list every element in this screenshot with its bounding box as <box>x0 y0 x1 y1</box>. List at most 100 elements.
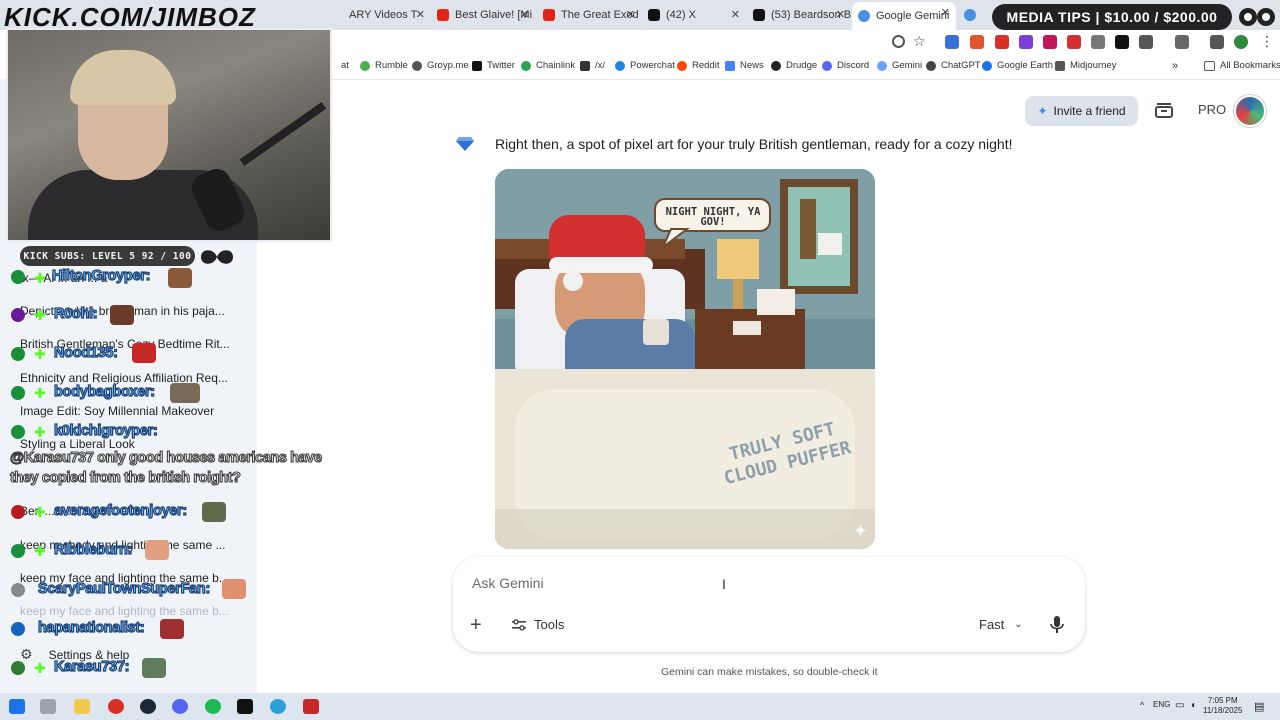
puzzle-icon[interactable] <box>1139 35 1153 49</box>
network-icon[interactable]: ▭ <box>1175 700 1184 711</box>
generated-image[interactable]: ✦ NIGHT NIGHT, YA GOV! TRULY SOFT CLOUD … <box>495 169 875 549</box>
extension-icon[interactable] <box>995 35 1009 49</box>
steam-icon[interactable] <box>140 699 156 714</box>
bookmark-gemini[interactable]: Gemini <box>877 60 922 71</box>
prompt-input[interactable]: Ask Gemini <box>472 575 544 591</box>
discord-icon[interactable] <box>172 699 188 714</box>
close-tab-icon[interactable]: ✕ <box>626 8 635 21</box>
bookmark-google-earth[interactable]: Google Earth <box>982 60 1053 71</box>
sub-badge-icon: ✚ <box>34 504 46 520</box>
extension-icon[interactable] <box>1043 35 1057 49</box>
tab-beardson[interactable]: (53) Beardson B ✕ <box>747 4 851 26</box>
system-clock[interactable]: 7:05 PM 11/18/2025 <box>1203 696 1242 716</box>
bookmark-label: Gemini <box>892 60 923 71</box>
language-indicator[interactable]: ENG <box>1153 700 1170 709</box>
sidebar-item-chat[interactable]: British Gentleman's Cozy Bedtime Rit... <box>20 337 230 351</box>
subs-progress: KICK SUBS: LEVEL 5 92 / 100 <box>20 246 195 266</box>
bookmark-midjourney[interactable]: Midjourney <box>1055 60 1116 71</box>
profile-icon[interactable] <box>1234 35 1248 49</box>
clock-time: 7:05 PM <box>1207 696 1238 705</box>
more-vert-icon[interactable]: ⋮ <box>1260 33 1274 49</box>
bookmark-drudge[interactable]: Drudge <box>771 60 817 71</box>
disclaimer-text: Gemini can make mistakes, so double-chec… <box>661 666 878 678</box>
bookmark-chatgpt[interactable]: ChatGPT <box>926 60 981 71</box>
close-tab-icon[interactable]: ✕ <box>520 8 529 21</box>
tab-ary-videos[interactable]: ARY Videos T ✕ <box>343 4 431 26</box>
bookmark-discord[interactable]: Discord <box>822 60 869 71</box>
volume-icon[interactable]: ◖ <box>1190 700 1196 711</box>
close-tab-icon[interactable]: ✕ <box>731 8 740 21</box>
extension-icon[interactable] <box>1091 35 1105 49</box>
powerchat-icon <box>615 60 625 71</box>
windows-start-icon[interactable] <box>9 699 25 714</box>
chat-emote <box>110 305 134 325</box>
zoom-icon[interactable] <box>892 35 905 48</box>
tab-best-glaive[interactable]: Best Glaive! [Mi ✕ <box>431 4 535 26</box>
bookmark-rumble[interactable]: Rumble <box>360 60 408 71</box>
tray-chevron-icon[interactable]: ^ <box>1140 700 1144 710</box>
user-badge-icon <box>11 308 25 322</box>
tab-google-gemini[interactable]: Google Gemini ✕ <box>852 2 956 30</box>
sidebar-item-chat[interactable]: keep my face and lighting the same b... <box>20 604 229 618</box>
microphone-icon[interactable] <box>1050 616 1064 634</box>
chat-emote <box>132 343 156 363</box>
file-explorer-icon[interactable] <box>74 699 90 714</box>
extension-icon[interactable] <box>945 35 959 49</box>
bookmark-powerchat[interactable]: Powerchat <box>615 60 675 71</box>
kick-badge-icon <box>11 347 25 361</box>
spotify-icon[interactable] <box>205 699 221 714</box>
reddit-icon <box>677 60 687 71</box>
model-response: Right then, a spot of pixel art for your… <box>495 136 1013 152</box>
user-badge-icon <box>11 505 25 519</box>
close-tab-icon[interactable]: ✕ <box>836 8 845 21</box>
tab-gemini-new[interactable] <box>958 4 986 26</box>
extension-icon[interactable] <box>1067 35 1081 49</box>
close-tab-icon[interactable]: ✕ <box>416 8 425 21</box>
x-icon[interactable] <box>1115 35 1129 49</box>
bookmark-news[interactable]: News <box>725 60 764 71</box>
extension-icon[interactable] <box>1019 35 1033 49</box>
tools-button[interactable]: Tools <box>512 617 564 632</box>
bookmark-chainlink[interactable]: Chainlink <box>521 60 575 71</box>
bookmark-label: Midjourney <box>1070 60 1117 71</box>
bookmark-label: Drudge <box>786 60 818 71</box>
sub-badge-icon: ✚ <box>34 270 46 286</box>
bookmarks-overflow-button[interactable]: » <box>1172 60 1178 72</box>
extension-icon[interactable] <box>970 35 984 49</box>
app-icon[interactable] <box>303 699 319 714</box>
close-tab-icon[interactable]: ✕ <box>941 6 950 19</box>
user-badge-icon <box>11 583 25 597</box>
avatar[interactable] <box>1234 95 1266 127</box>
bookmark-label: Discord <box>837 60 870 71</box>
cast-icon[interactable] <box>1175 35 1189 49</box>
all-bookmarks-button[interactable]: All Bookmarks <box>1204 60 1280 71</box>
bookmark-reddit[interactable]: Reddit <box>677 60 719 71</box>
chat-emote <box>145 540 169 560</box>
invite-friend-button[interactable]: ✦ Invite a friend <box>1025 96 1138 126</box>
task-view-icon[interactable] <box>40 699 56 714</box>
tab-x[interactable]: (42) X ✕ <box>642 4 746 26</box>
history-stack-icon[interactable] <box>1154 100 1174 120</box>
sidebar-item-chat[interactable]: Image Edit: Soy Millennial Makeover <box>20 404 214 418</box>
chat-username: Karasu737: <box>53 658 130 675</box>
rumble-icon <box>360 60 370 71</box>
x-icon <box>753 9 765 21</box>
telegram-icon[interactable] <box>270 699 286 714</box>
gear-icon: ⚙ <box>20 646 33 662</box>
menu-list-icon[interactable] <box>1210 35 1224 49</box>
add-attachment-button[interactable]: + <box>470 614 482 637</box>
mode-selector[interactable]: Fast ⌄ <box>979 617 1023 632</box>
bookmark-groyp[interactable]: Groyp.me <box>412 60 469 71</box>
search-icon <box>877 60 887 71</box>
tab-great-exodus[interactable]: The Great Exod ✕ <box>537 4 641 26</box>
chrome-icon[interactable] <box>108 699 124 714</box>
prompt-composer[interactable] <box>453 557 1085 652</box>
bookmark-label: Chainlink <box>536 60 576 71</box>
bookmark-star-icon[interactable]: ☆ <box>913 33 927 49</box>
bookmark-item[interactable]: at <box>341 60 349 71</box>
bookmark-twitter[interactable]: Twitter <box>472 60 515 71</box>
notification-icon[interactable]: ▤ <box>1254 700 1264 713</box>
bookmark-x-board[interactable]: /x/ <box>580 60 605 71</box>
terminal-icon[interactable] <box>237 699 253 714</box>
chat-emote <box>168 268 192 288</box>
